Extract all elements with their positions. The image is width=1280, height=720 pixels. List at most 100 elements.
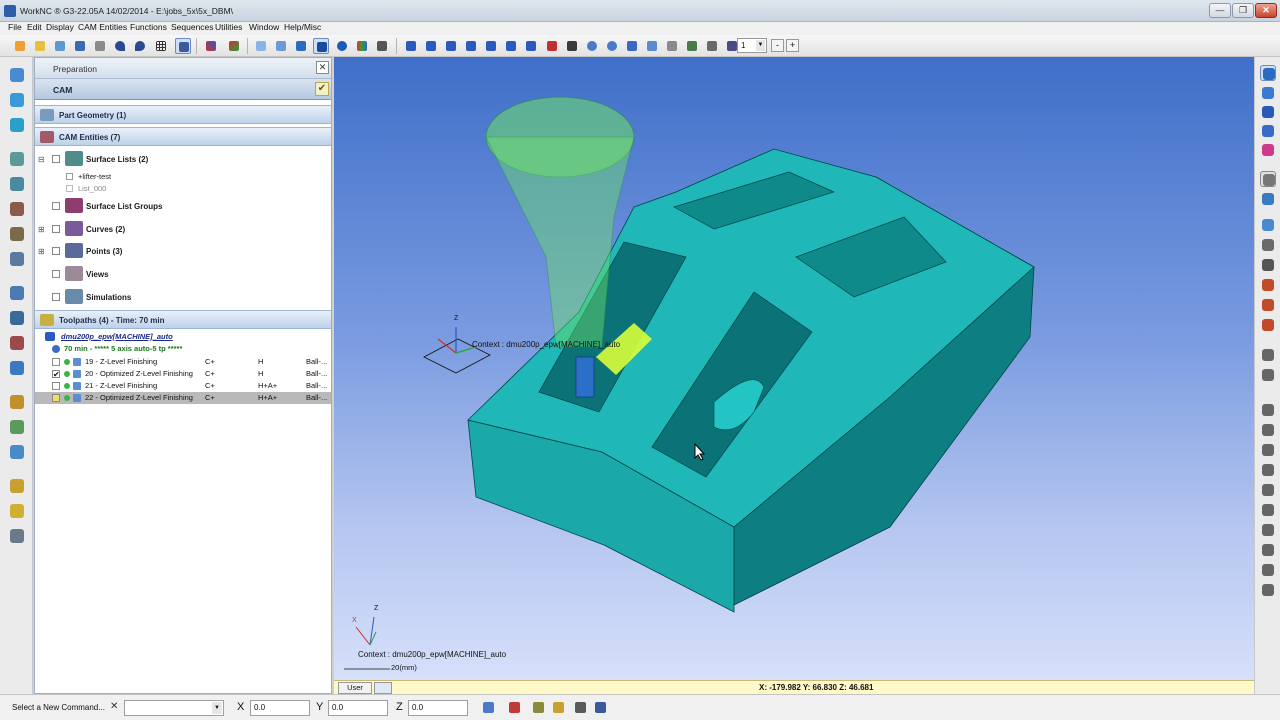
toolpath-row[interactable]: 19 - Z-Level Finishing C+ H Ball-... — [35, 356, 331, 368]
tool-icon-2[interactable] — [7, 90, 27, 110]
chevron-down-icon[interactable]: ▼ — [212, 702, 222, 714]
edit-icon-10[interactable] — [1260, 542, 1276, 558]
tab-user[interactable]: User — [338, 682, 372, 694]
checkbox[interactable] — [52, 202, 60, 210]
tool-icon-17[interactable] — [7, 501, 27, 521]
rotate7-icon[interactable] — [523, 38, 539, 54]
tool-icon-7[interactable] — [7, 224, 27, 244]
tool-icon-14[interactable] — [7, 417, 27, 437]
save-icon[interactable] — [72, 38, 88, 54]
cad-viewport[interactable]: Context : dmu200p_epw[MACHINE]_auto Z Z … — [334, 57, 1254, 680]
toolpath-row-selected[interactable]: 22 - Optimized Z-Level Finishing C+ H+A+… — [35, 392, 331, 404]
edit-icon-6[interactable] — [1260, 462, 1276, 478]
tree-surface-lists[interactable]: ⊟ Surface Lists (2) — [35, 148, 331, 170]
toolpath-row[interactable]: ✔ 20 - Optimized Z-Level Finishing C+ H … — [35, 368, 331, 380]
mode-icon-5[interactable] — [1260, 257, 1276, 273]
zoom-out-icon[interactable] — [604, 38, 620, 54]
menu-help-misc[interactable]: Help/Misc — [284, 22, 321, 32]
tool-icon-15[interactable] — [7, 442, 27, 462]
tool-mode-icon[interactable] — [1260, 191, 1276, 207]
edit-icon-1[interactable] — [1260, 347, 1276, 363]
rotate5-icon[interactable] — [483, 38, 499, 54]
checkbox[interactable]: ✔ — [52, 370, 60, 379]
fit-icon[interactable] — [644, 38, 660, 54]
tree-surface-list-groups[interactable]: Surface List Groups — [35, 195, 331, 217]
tool-icon-12[interactable] — [7, 358, 27, 378]
select-icon[interactable] — [664, 38, 680, 54]
edit-icon-4[interactable] — [1260, 422, 1276, 438]
edit-icon-5[interactable] — [1260, 442, 1276, 458]
tree-views[interactable]: Views — [35, 263, 331, 285]
section-cam-entities[interactable]: CAM Entities (7) — [35, 127, 331, 146]
section-toolpaths[interactable]: Toolpaths (4) - Time: 70 min — [35, 310, 331, 329]
view-box-icon[interactable] — [273, 38, 289, 54]
menu-display[interactable]: Display — [46, 22, 74, 32]
checkbox[interactable] — [52, 358, 60, 366]
surface-list-item[interactable]: +lifter-test — [35, 171, 331, 182]
tool-icon-1[interactable] — [7, 65, 27, 85]
snap-center-icon[interactable] — [530, 699, 547, 716]
view-cube-icon[interactable] — [374, 682, 392, 694]
tool-icon-18[interactable] — [7, 526, 27, 546]
edit-icon-2[interactable] — [1260, 367, 1276, 383]
pan-icon[interactable] — [624, 38, 640, 54]
tool-icon-6[interactable] — [7, 199, 27, 219]
tool-icon-8[interactable] — [7, 249, 27, 269]
tool-icon-9[interactable] — [7, 283, 27, 303]
open-icon[interactable] — [32, 38, 48, 54]
rotate6-icon[interactable] — [503, 38, 519, 54]
surface-list-item[interactable]: List_000 — [35, 183, 331, 194]
chevron-down-icon[interactable]: ▼ — [756, 40, 765, 51]
tool-icon-13[interactable] — [7, 392, 27, 412]
clear-command-icon[interactable]: ✕ — [110, 701, 118, 712]
undo-icon[interactable] — [112, 38, 128, 54]
zoom-window-icon[interactable] — [544, 38, 560, 54]
menu-window[interactable]: Window — [249, 22, 279, 32]
mode-icon-6[interactable] — [1260, 277, 1276, 293]
checkbox[interactable] — [52, 247, 60, 255]
checkbox[interactable] — [52, 155, 60, 163]
x-coordinate-input[interactable]: 0.0 — [250, 700, 310, 716]
mode-icon-4[interactable] — [1260, 237, 1276, 253]
mode-icon-8[interactable] — [1260, 317, 1276, 333]
tool-icon-16[interactable] — [7, 476, 27, 496]
tree-simulations[interactable]: Simulations — [35, 286, 331, 308]
checkbox[interactable] — [66, 173, 73, 180]
view-sphere-icon[interactable] — [334, 38, 350, 54]
open-workzone-icon[interactable] — [52, 38, 68, 54]
redo-icon[interactable] — [132, 38, 148, 54]
checkbox[interactable] — [52, 382, 60, 390]
view-color-icon[interactable] — [354, 38, 370, 54]
checkbox[interactable] — [52, 270, 60, 278]
view-solid-icon[interactable] — [293, 38, 309, 54]
y-coordinate-input[interactable]: 0.0 — [328, 700, 388, 716]
solid-mode-icon[interactable] — [1260, 171, 1276, 187]
edit-icon-3[interactable] — [1260, 402, 1276, 418]
axis-icon[interactable] — [203, 38, 219, 54]
cam-bar[interactable]: CAM ✔ — [35, 79, 331, 100]
print-icon[interactable] — [92, 38, 108, 54]
filter-icon[interactable] — [684, 38, 700, 54]
menu-functions[interactable]: Functions — [130, 22, 167, 32]
layout-icon[interactable] — [175, 38, 191, 54]
menu-edit[interactable]: Edit — [27, 22, 42, 32]
edit-icon-11[interactable] — [1260, 562, 1276, 578]
check-icon[interactable]: ✔ — [315, 82, 329, 96]
grid-icon[interactable] — [153, 38, 169, 54]
tool-icon-3[interactable] — [7, 115, 27, 135]
new-icon[interactable] — [12, 38, 28, 54]
minimize-button[interactable]: — — [1209, 3, 1231, 18]
command-prompt[interactable]: Select a New Command... — [12, 703, 105, 712]
z-coordinate-input[interactable]: 0.0 — [408, 700, 468, 716]
rotate4-icon[interactable] — [463, 38, 479, 54]
snap-edge-icon[interactable] — [572, 699, 589, 716]
view-front-icon[interactable] — [1260, 85, 1276, 101]
checkbox[interactable] — [52, 225, 60, 233]
snap-icon[interactable] — [506, 699, 523, 716]
view-iso-icon[interactable] — [253, 38, 269, 54]
view-iso-right-icon[interactable] — [1260, 65, 1276, 81]
zoom-in-icon[interactable] — [584, 38, 600, 54]
section-part-geometry[interactable]: Part Geometry (1) — [35, 105, 331, 124]
checkbox[interactable] — [52, 293, 60, 301]
view-right-icon[interactable] — [1260, 142, 1276, 158]
